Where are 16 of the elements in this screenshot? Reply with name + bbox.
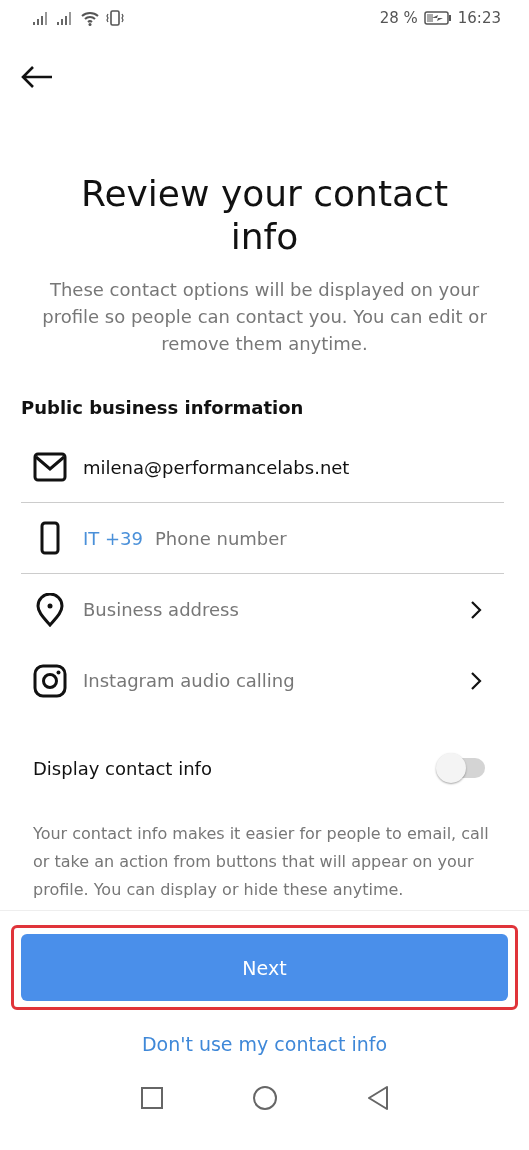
settings-row[interactable]: Instagram audio calling xyxy=(21,645,504,716)
skip-link[interactable]: Don't use my contact info xyxy=(135,1032,394,1056)
phone-field[interactable]: Phone number xyxy=(155,527,287,549)
clock: 16:23 xyxy=(457,9,501,27)
email-value[interactable]: milena@performancelabs.net xyxy=(83,456,350,478)
page-title: Review your contact info xyxy=(80,172,449,258)
toggle-label: Display contact info xyxy=(33,757,212,779)
battery-percent: 28 % xyxy=(379,9,418,27)
next-button[interactable]: Next xyxy=(21,934,508,1001)
subtitle: These contact options will be displayed on your profile so people can contact you. You can edit or remove them anytime. xyxy=(41,278,488,356)
info-note: Your contact info makes it easier for people to email, call or take an action from buttons that will appear on your profile. You can display or hide these anytime. xyxy=(33,823,490,901)
country-code[interactable]: IT +39 xyxy=(83,527,143,549)
row-label: Business address xyxy=(83,599,239,620)
settings-row[interactable]: Business address xyxy=(21,574,504,645)
row-label: Instagram audio calling xyxy=(83,670,295,691)
section-title: Public business information xyxy=(21,397,305,418)
